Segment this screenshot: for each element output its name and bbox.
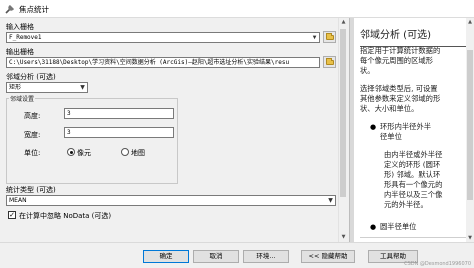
neighborhood-label: 邻域分析 (可选) bbox=[6, 73, 56, 81]
form-scrollbar-thumb[interactable] bbox=[340, 29, 346, 197]
scroll-up-icon[interactable]: ▲ bbox=[339, 18, 348, 27]
height-input[interactable]: 3 bbox=[64, 108, 174, 119]
environments-button[interactable]: 环境... bbox=[243, 250, 289, 263]
help-separator bbox=[360, 237, 470, 238]
units-label: 单位: bbox=[24, 149, 41, 157]
help-item-title-line: 环形内半径外半 bbox=[380, 122, 432, 131]
help-item-title-line: 圆半径单位 bbox=[380, 222, 417, 231]
output-raster-value: C:\Users\31188\Desktop\学习资料\空间数据分析 (ArcG… bbox=[9, 59, 290, 66]
neighborhood-select[interactable]: 矩形 ▼ bbox=[6, 82, 88, 93]
help-para2-line: 选择邻域类型后, 可设置 bbox=[360, 84, 438, 93]
scroll-up-icon[interactable]: ▲ bbox=[466, 18, 474, 26]
scroll-down-icon[interactable]: ▼ bbox=[466, 234, 474, 242]
height-label: 高度: bbox=[24, 112, 41, 120]
cancel-button[interactable]: 取消 bbox=[193, 250, 239, 263]
tool-icon bbox=[5, 5, 14, 14]
help-item-desc-line: 形) 邻域。默认环 bbox=[384, 170, 441, 179]
units-cell-radio[interactable] bbox=[67, 148, 75, 156]
input-raster-browse-button[interactable] bbox=[323, 31, 336, 43]
watermark: CSDN @Desmond1996070 bbox=[404, 261, 471, 267]
help-divider-stripe bbox=[350, 18, 354, 242]
neighborhood-value: 矩形 bbox=[9, 84, 22, 91]
window-title: 焦点统计 bbox=[19, 5, 49, 14]
ok-button[interactable]: 确定 bbox=[143, 250, 189, 263]
output-raster-label: 输出栅格 bbox=[6, 48, 34, 56]
units-map-label: 地图 bbox=[131, 149, 145, 157]
help-para1-line: 状。 bbox=[360, 66, 375, 75]
folder-icon bbox=[326, 33, 334, 40]
output-raster-browse-button[interactable] bbox=[323, 56, 336, 68]
chevron-down-icon[interactable]: ▼ bbox=[78, 83, 87, 92]
help-item-desc-line: 元的外半径。 bbox=[384, 200, 428, 209]
help-item-desc-line: 形具有一个像元的 bbox=[384, 180, 443, 189]
input-raster-value: F_Remove1 bbox=[9, 34, 42, 41]
help-heading: 邻域分析 (可选) bbox=[360, 30, 431, 41]
help-para1-line: 每个像元周围的区域形 bbox=[360, 56, 433, 65]
folder-icon bbox=[326, 58, 334, 65]
form-scrollbar[interactable]: ▲ ▼ bbox=[338, 18, 347, 242]
output-raster-field[interactable]: C:\Users\31188\Desktop\学习资料\空间数据分析 (ArcG… bbox=[6, 57, 320, 68]
input-raster-label: 输入栅格 bbox=[6, 23, 34, 31]
help-panel: 邻域分析 (可选) 指定用于计算统计数据的 每个像元周围的区域形 状。 选择邻域… bbox=[349, 18, 474, 242]
help-scrollbar[interactable]: ▲ ▼ bbox=[466, 18, 474, 242]
help-item-desc-line: 定义的环形 (圆环 bbox=[384, 160, 441, 169]
bullet-icon: ● bbox=[370, 223, 377, 231]
help-para2-line: 其他参数来定义邻域的形 bbox=[360, 94, 441, 103]
width-input[interactable]: 3 bbox=[64, 127, 174, 138]
chevron-down-icon[interactable]: ▼ bbox=[326, 196, 335, 205]
help-scrollbar-thumb[interactable] bbox=[467, 50, 473, 200]
bullet-icon: ● bbox=[370, 123, 377, 131]
units-map-radio[interactable] bbox=[121, 148, 129, 156]
help-item-title-line: 径单位 bbox=[380, 132, 402, 141]
help-para2-line: 状、大小和单位。 bbox=[360, 104, 419, 113]
height-value: 3 bbox=[67, 110, 71, 117]
stat-type-label: 统计类型 (可选) bbox=[6, 186, 56, 194]
title-bar: 焦点统计 bbox=[0, 0, 474, 18]
ignore-nodata-checkbox[interactable]: ✓ bbox=[8, 211, 16, 219]
width-label: 宽度: bbox=[24, 131, 41, 139]
scroll-down-icon[interactable]: ▼ bbox=[339, 233, 348, 242]
help-para1-line: 指定用于计算统计数据的 bbox=[360, 46, 441, 55]
hide-help-button[interactable]: << 隐藏帮助 bbox=[301, 250, 355, 263]
input-raster-combo[interactable]: F_Remove1 ▼ bbox=[6, 32, 320, 43]
chevron-down-icon[interactable]: ▼ bbox=[310, 33, 319, 42]
units-cell-label: 像元 bbox=[77, 149, 91, 157]
width-value: 3 bbox=[67, 129, 71, 136]
help-item-desc-line: 内半径以及三个像 bbox=[384, 190, 443, 199]
stat-type-value: MEAN bbox=[9, 197, 27, 204]
help-item-desc-line: 由内半径或外半径 bbox=[384, 150, 443, 159]
dialog-footer: 确定 取消 环境... << 隐藏帮助 工具帮助 CSDN @Desmond19… bbox=[0, 242, 474, 268]
stat-type-select[interactable]: MEAN ▼ bbox=[6, 195, 336, 206]
neighborhood-settings-title: 邻域设置 bbox=[9, 94, 36, 103]
ignore-nodata-label: 在计算中忽略 NoData (可选) bbox=[19, 212, 112, 220]
